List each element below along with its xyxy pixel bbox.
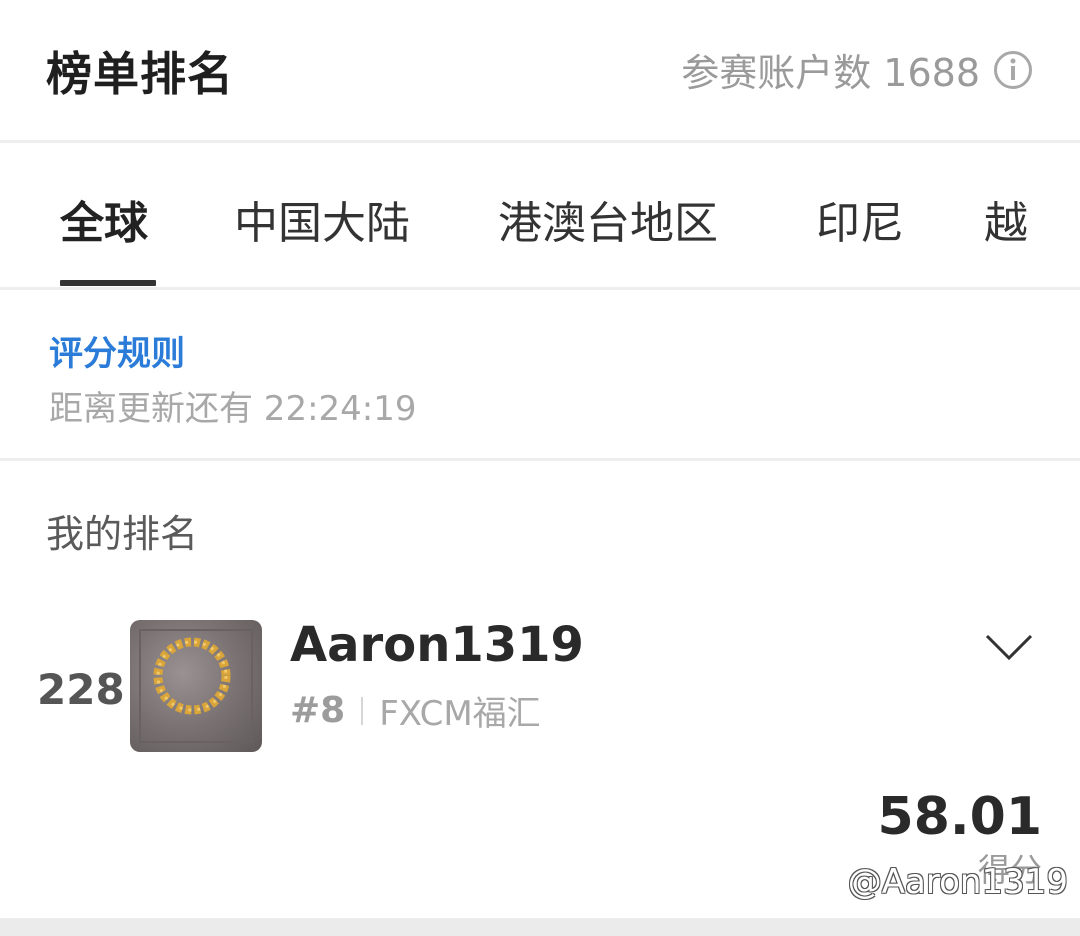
participants-count: 参赛账户数 1688 — [681, 42, 1032, 97]
tab-hk-macau-taiwan[interactable]: 港澳台地区 — [498, 187, 718, 251]
chevron-down-icon[interactable] — [984, 630, 1034, 666]
participants-label: 参赛账户数 1688 — [681, 51, 980, 95]
separator — [361, 696, 364, 725]
avatar[interactable] — [130, 620, 262, 752]
scoring-rules-link[interactable]: 评分规则 — [49, 326, 185, 375]
page-title: 榜单排名 — [46, 47, 234, 101]
tab-global[interactable]: 全球 — [60, 187, 148, 251]
broker-name: FXCM福汇 — [379, 694, 541, 734]
watermark: @Aaron1319 — [847, 862, 1068, 902]
score-value: 58.01 — [877, 787, 1042, 847]
update-countdown: 距离更新还有 22:24:19 — [49, 389, 417, 429]
tab-vietnam[interactable]: 越 — [984, 187, 1028, 251]
divider — [0, 287, 1080, 290]
tab-indonesia[interactable]: 印尼 — [816, 187, 904, 251]
tab-mainland-china[interactable]: 中国大陆 — [234, 187, 410, 251]
region-tabs: 全球 中国大陆 港澳台地区 印尼 越 — [0, 143, 1080, 288]
user-subinfo: #8 FXCM福汇 — [290, 686, 541, 735]
rank-number: 228 — [37, 665, 125, 714]
user-name: Aaron1319 — [290, 617, 584, 673]
page-header: 榜单排名 参赛账户数 1688 — [0, 0, 1080, 140]
footer-band — [0, 918, 1080, 936]
my-rank-heading: 我的排名 — [46, 512, 199, 556]
active-tab-indicator — [60, 280, 156, 286]
broker-rank: #8 — [290, 690, 346, 731]
divider — [0, 458, 1080, 461]
info-icon[interactable] — [994, 50, 1032, 89]
